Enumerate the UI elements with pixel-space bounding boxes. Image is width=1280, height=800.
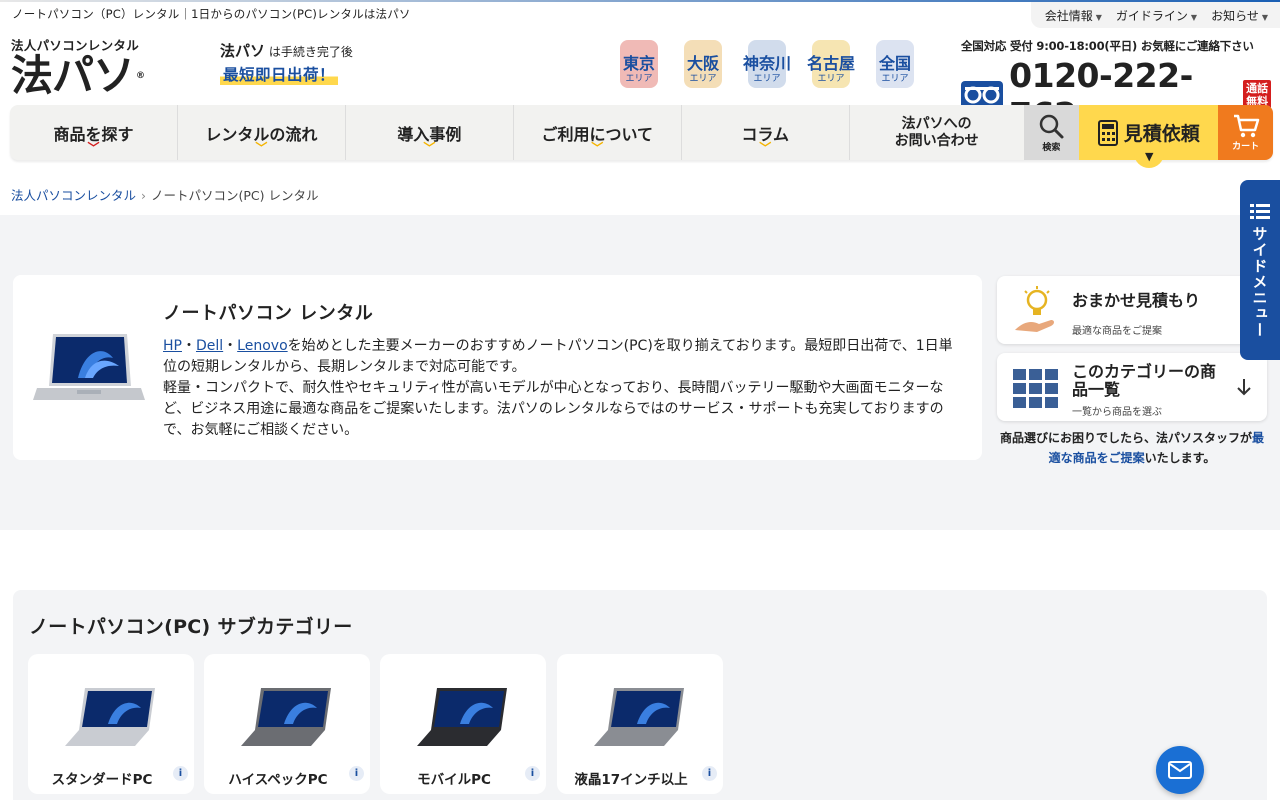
subcategory-label: 液晶17インチ以上 <box>574 772 688 788</box>
category-list-card[interactable]: このカテゴリーの商品一覧 一覧から商品を選ぶ <box>997 353 1267 421</box>
side-menu-tab[interactable]: サイドメニュー <box>1240 180 1280 360</box>
omakase-quote-card[interactable]: おまかせ見積もり 最適な商品をご提案 <box>997 276 1267 344</box>
card-title: おまかせ見積もり <box>1072 291 1201 310</box>
arrow-down-icon <box>1237 379 1251 396</box>
subcategory-label: ハイスペックPC <box>228 772 328 788</box>
subcategory-card[interactable]: スタンダードPC i <box>28 654 194 794</box>
chat-button[interactable] <box>1156 746 1204 794</box>
util-company-info[interactable]: 会社情報 ▼ <box>1045 7 1102 24</box>
area-link-1[interactable]: 大阪 エリア <box>676 36 730 92</box>
chevron-down-icon: ﹀ <box>255 141 268 155</box>
breadcrumb: 法人パソコンレンタル › ノートパソコン(PC) レンタル <box>11 185 319 204</box>
shipping-promo: 法パソ は手続き完了後 最短即日出荷！ <box>220 40 353 85</box>
intro-paragraph-2: 軽量・コンパクトで、耐久性やセキュリティ性が高いモデルが中心となっており、長時間… <box>163 380 944 438</box>
area-links: 東京 エリア 大阪 エリア 神奈川 エリア 名古屋 エリア 全国 エリア <box>612 36 922 92</box>
lightbulb-hand-icon <box>1015 286 1054 332</box>
brand-link-dell[interactable]: Dell <box>196 338 223 354</box>
intro-text: HP・Dell・Lenovoを始めとした主要メーカーのおすすめノートパソコン(P… <box>163 338 953 438</box>
main-nav: 商品を探す ﹀ レンタルの流れ ﹀ 導入事例 ﹀ ご利用について ﹀ コラム ﹀ 法パソへ… <box>10 105 1273 168</box>
subcategory-card[interactable]: モバイルPC i <box>380 654 546 794</box>
card-title: このカテゴリーの商品一覧 <box>1072 362 1217 399</box>
area-sub: エリア <box>753 74 781 84</box>
cart-icon <box>1233 114 1259 138</box>
area-link-0[interactable]: 東京 エリア <box>612 36 666 92</box>
laptop-image <box>594 688 684 746</box>
nav-find-products[interactable]: 商品を探す ﹀ <box>10 105 178 160</box>
card-subtitle: 一覧から商品を選ぶ <box>1072 407 1162 418</box>
chevron-down-icon: ﹀ <box>591 141 604 155</box>
site-tagline: ノートパソコン（PC）レンタル｜1日からのパソコン(PC)レンタルは法パソ <box>12 7 411 21</box>
laptop-image <box>33 334 145 400</box>
chevron-down-icon: ﹀ <box>759 141 772 155</box>
brand-link-lenovo[interactable]: Lenovo <box>237 338 287 354</box>
side-note: 商品選びにお困りでしたら、法パソスタッフが最適な商品をご提案いたします。 <box>999 431 1265 465</box>
nav-column[interactable]: コラム ﹀ <box>682 105 850 160</box>
nav-rental-flow[interactable]: レンタルの流れ ﹀ <box>178 105 346 160</box>
ship-text: は手続き完了後 <box>268 45 353 59</box>
subcategory-card[interactable]: ハイスペックPC i <box>204 654 370 794</box>
info-icon[interactable]: i <box>525 766 540 781</box>
chevron-right-icon: › <box>141 188 147 203</box>
area-sub: エリア <box>881 74 909 84</box>
site-logo[interactable]: 法人パソコンレンタル 法パソ ® <box>11 35 151 100</box>
quote-request-button[interactable]: 見積依頼 ▼ <box>1079 105 1219 168</box>
util-guideline[interactable]: ガイドライン ▼ <box>1116 7 1197 24</box>
util-news[interactable]: お知らせ ▼ <box>1211 7 1268 24</box>
nav-case-studies[interactable]: 導入事例 ﹀ <box>346 105 514 160</box>
nav-usage[interactable]: ご利用について ﹀ <box>514 105 682 160</box>
laptop-image <box>417 688 507 746</box>
subcategory-label: スタンダードPC <box>51 772 153 788</box>
brand-link-hp[interactable]: HP <box>163 338 182 354</box>
cart-button[interactable]: カート <box>1218 105 1273 160</box>
chevron-down-icon: ﹀ <box>423 141 436 155</box>
ship-headline: 最短即日出荷！ <box>220 63 339 85</box>
contact-hours: 全国対応 受付 9:00-18:00(平日) お気軽にご連絡下さい <box>961 39 1254 53</box>
area-sub: エリア <box>817 74 845 84</box>
chevron-down-icon: ▼ <box>1261 12 1268 22</box>
info-icon[interactable]: i <box>702 766 717 781</box>
breadcrumb-home[interactable]: 法人パソコンレンタル <box>11 188 136 203</box>
subcategory-title: ノートパソコン(PC) サブカテゴリー <box>29 616 353 638</box>
laptop-image <box>241 688 331 746</box>
ship-brand: 法パソ <box>220 42 266 60</box>
logo-wordmark: 法パソ ® <box>11 51 145 100</box>
registered-icon: ® <box>136 71 145 81</box>
nav-contact[interactable]: 法パソへの お問い合わせ <box>850 105 1024 160</box>
grid-icon <box>1013 369 1058 408</box>
area-sub: エリア <box>689 74 717 84</box>
breadcrumb-current: ノートパソコン(PC) レンタル <box>151 188 319 203</box>
chevron-down-icon: ﹀ <box>87 141 100 155</box>
mail-icon <box>1168 761 1192 779</box>
chevron-down-icon: ▼ <box>1095 12 1102 22</box>
chevron-down-icon: ▼ <box>1134 150 1165 168</box>
info-icon[interactable]: i <box>173 766 188 781</box>
info-icon[interactable]: i <box>349 766 364 781</box>
utility-nav: 会社情報 ▼ ガイドライン ▼ お知らせ ▼ <box>1030 2 1280 28</box>
subcategory-section: ノートパソコン(PC) サブカテゴリー スタンダードPC i ハイスペックPC i モバ… <box>13 590 1267 800</box>
intro-title: ノートパソコン レンタル <box>163 303 374 324</box>
side-menu-label: サイドメニュー <box>1250 226 1269 338</box>
area-link-4[interactable]: 全国 エリア <box>868 36 922 92</box>
calculator-icon <box>1097 119 1118 146</box>
area-link-3[interactable]: 名古屋 エリア <box>804 36 858 92</box>
subcategory-card[interactable]: 液晶17インチ以上 i <box>557 654 723 794</box>
area-sub: エリア <box>625 74 653 84</box>
list-icon <box>1250 204 1270 219</box>
search-button[interactable]: 検索 <box>1023 105 1080 160</box>
card-subtitle: 最適な商品をご提案 <box>1072 326 1162 337</box>
chevron-down-icon: ▼ <box>1190 12 1198 22</box>
area-link-2[interactable]: 神奈川 エリア <box>740 36 794 92</box>
laptop-image <box>65 688 155 746</box>
search-icon <box>1040 114 1064 139</box>
subcategory-label: モバイルPC <box>417 772 491 788</box>
intro-card: ノートパソコン レンタル HP・Dell・Lenovoを始めとした主要メーカーの… <box>13 275 982 460</box>
